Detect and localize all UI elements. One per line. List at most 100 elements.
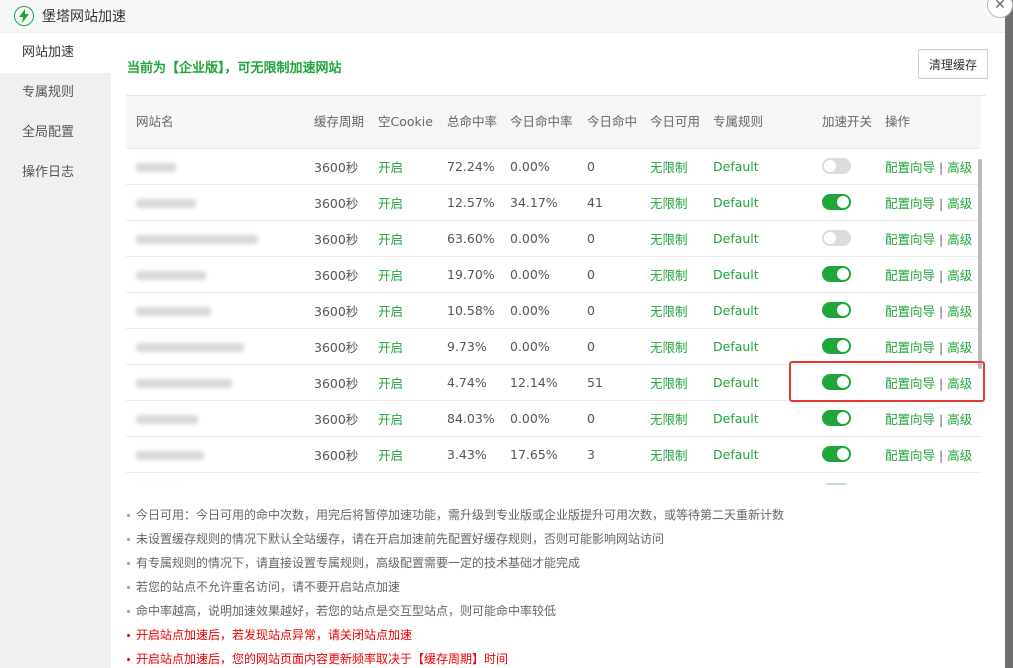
empty-cookie-cell: 开启 — [378, 195, 404, 211]
today-available-cell: 无限制 — [650, 447, 688, 463]
acceleration-switch-cell — [812, 220, 875, 256]
config-wizard-link[interactable]: 配置向导 — [885, 340, 935, 355]
sidebar-item-site-acceleration[interactable]: 网站加速 — [0, 33, 111, 73]
acceleration-toggle[interactable] — [822, 338, 851, 355]
exclusive-rule-link[interactable]: Default — [703, 256, 812, 292]
sites-table-container[interactable]: 网站名 缓存周期 空Cookie 总命中率 今日命中率 今日命中 今日可用 专属… — [126, 95, 986, 485]
blurred-site-name — [136, 306, 211, 316]
advanced-link[interactable]: 高级 — [947, 304, 972, 319]
total-hit-rate-cell: 63.60% — [447, 230, 495, 246]
exclusive-rule-link[interactable]: Default — [703, 220, 812, 256]
empty-cookie-cell: 开启 — [378, 447, 404, 463]
table-row: 3600秒 开启 9.73% 0.00% 0 无限制 Default 配置向导 | 高级 — [126, 328, 981, 364]
empty-cookie-cell: 开启 — [378, 267, 404, 283]
acceleration-toggle[interactable] — [822, 410, 851, 427]
exclusive-rule-link[interactable]: Default — [703, 184, 812, 220]
exclusive-rule-link[interactable]: Default — [703, 148, 812, 184]
acceleration-switch-cell — [812, 436, 875, 472]
column-header-empty-cookie: 空Cookie — [378, 114, 433, 130]
acceleration-toggle[interactable] — [822, 482, 851, 485]
exclusive-rule-link[interactable]: Default — [703, 472, 812, 485]
acceleration-toggle[interactable] — [822, 302, 851, 319]
today-hits-cell: 0 — [587, 302, 595, 318]
site-acceleration-dialog: 堡塔网站加速 ✕ 网站加速 专属规则 全局配置 操作日志 当前为【企业版】，可无… — [0, 0, 1013, 668]
today-hits-cell: 0 — [587, 266, 595, 282]
blurred-site-name — [136, 270, 206, 280]
advanced-link[interactable]: 高级 — [947, 484, 972, 485]
help-note-text: 有专属规则的情况下，请直接设置专属规则，高级配置需要一定的技术基础才能完成 — [136, 556, 581, 570]
today-available-cell: 无限制 — [650, 375, 688, 391]
help-notes: 今日可用：今日可用的命中次数，用完后将暂停加速功能，需升级到专业版或企业版提升可… — [127, 503, 784, 668]
today-hit-rate-cell: 12.14% — [510, 374, 558, 390]
bullet-icon — [127, 634, 130, 637]
acceleration-toggle[interactable] — [822, 446, 851, 463]
dialog-titlebar: 堡塔网站加速 — [0, 0, 1005, 33]
exclusive-rule-link[interactable]: Default — [703, 436, 812, 472]
exclusive-rule-link[interactable]: Default — [703, 328, 812, 364]
action-separator: | — [939, 195, 944, 211]
advanced-link[interactable]: 高级 — [947, 196, 972, 211]
config-wizard-link[interactable]: 配置向导 — [885, 448, 935, 463]
cache-cycle-cell: 3600秒 — [314, 195, 359, 211]
acceleration-switch-cell — [812, 400, 875, 436]
table-scrollbar[interactable] — [978, 159, 982, 369]
help-note-text: 未设置缓存规则的情况下默认全站缓存，请在开启加速前先配置好缓存规则，否则可能影响… — [136, 532, 665, 546]
empty-cookie-cell: 开启 — [378, 159, 404, 175]
exclusive-rule-link[interactable]: Default — [703, 400, 812, 436]
acceleration-switch-cell — [812, 292, 875, 328]
site-name-cell — [126, 256, 304, 292]
exclusive-rule-link[interactable]: Default — [703, 292, 812, 328]
site-name-cell — [126, 400, 304, 436]
blurred-site-name — [136, 414, 198, 424]
toggle-knob — [837, 448, 849, 461]
advanced-link[interactable]: 高级 — [947, 412, 972, 427]
config-wizard-link[interactable]: 配置向导 — [885, 232, 935, 247]
advanced-link[interactable]: 高级 — [947, 160, 972, 175]
cache-cycle-cell: 3600秒 — [304, 472, 368, 485]
help-note-text: 开启站点加速后，若发现站点异常，请关闭站点加速 — [136, 628, 413, 642]
config-wizard-link[interactable]: 配置向导 — [885, 484, 935, 485]
advanced-link[interactable]: 高级 — [947, 268, 972, 283]
today-hit-rate-cell: 0.00% — [510, 266, 550, 282]
sidebar-item-global-config[interactable]: 全局配置 — [0, 113, 111, 153]
actions-cell: 配置向导 |高级 — [875, 328, 981, 364]
config-wizard-link[interactable]: 配置向导 — [885, 304, 935, 319]
advanced-link[interactable]: 高级 — [947, 340, 972, 355]
advanced-link[interactable]: 高级 — [947, 448, 972, 463]
config-wizard-link[interactable]: 配置向导 — [885, 412, 935, 427]
total-hit-rate-cell: 84.03% — [447, 410, 495, 426]
config-wizard-link[interactable]: 配置向导 — [885, 196, 935, 211]
today-hits-cell: 3 — [587, 446, 595, 462]
config-wizard-link[interactable]: 配置向导 — [885, 160, 935, 175]
acceleration-switch-cell — [812, 328, 875, 364]
bullet-icon — [127, 562, 130, 565]
sidebar-item-exclusive-rules[interactable]: 专属规则 — [0, 73, 111, 113]
table-row: 3600秒 开启 3.43% 17.65% 3 无限制 Default 配置向导 | 高级 — [126, 436, 981, 472]
acceleration-toggle[interactable] — [822, 158, 851, 175]
acceleration-toggle[interactable] — [822, 230, 851, 247]
help-note-item: 开启站点加速后，您的网站页面内容更新频率取决于【缓存周期】时间 — [127, 647, 784, 668]
today-available-cell: 无限制 — [650, 339, 688, 355]
today-available-cell: 无限制 — [650, 303, 688, 319]
site-name-cell — [126, 436, 304, 472]
cache-cycle-cell: 3600秒 — [314, 159, 359, 175]
config-wizard-link[interactable]: 配置向导 — [885, 268, 935, 283]
column-header-actions: 操作 — [885, 114, 911, 130]
sidebar-item-operation-log[interactable]: 操作日志 — [0, 153, 111, 193]
today-available-cell: 无限制 — [650, 159, 688, 175]
column-header-today-available: 今日可用 — [650, 114, 701, 130]
acceleration-toggle[interactable] — [822, 266, 851, 283]
clear-cache-button[interactable]: 清理缓存 — [918, 49, 988, 79]
blurred-site-name — [136, 198, 196, 208]
column-header-acceleration-switch: 加速开关 — [822, 114, 873, 130]
advanced-link[interactable]: 高级 — [947, 232, 972, 247]
toggle-knob — [837, 484, 849, 485]
bullet-icon — [127, 514, 130, 517]
help-note-text: 命中率越高，说明加速效果越好，若您的站点是交互型站点，则可能命中率较低 — [136, 604, 557, 618]
acceleration-toggle[interactable] — [822, 194, 851, 211]
actions-cell: 配置向导 |高级 — [875, 400, 981, 436]
column-header-exclusive-rule: 专属规则 — [713, 114, 764, 130]
action-separator: | — [939, 484, 943, 485]
blurred-site-name — [136, 342, 244, 352]
today-hit-rate-cell: 0.00% — [510, 158, 550, 174]
